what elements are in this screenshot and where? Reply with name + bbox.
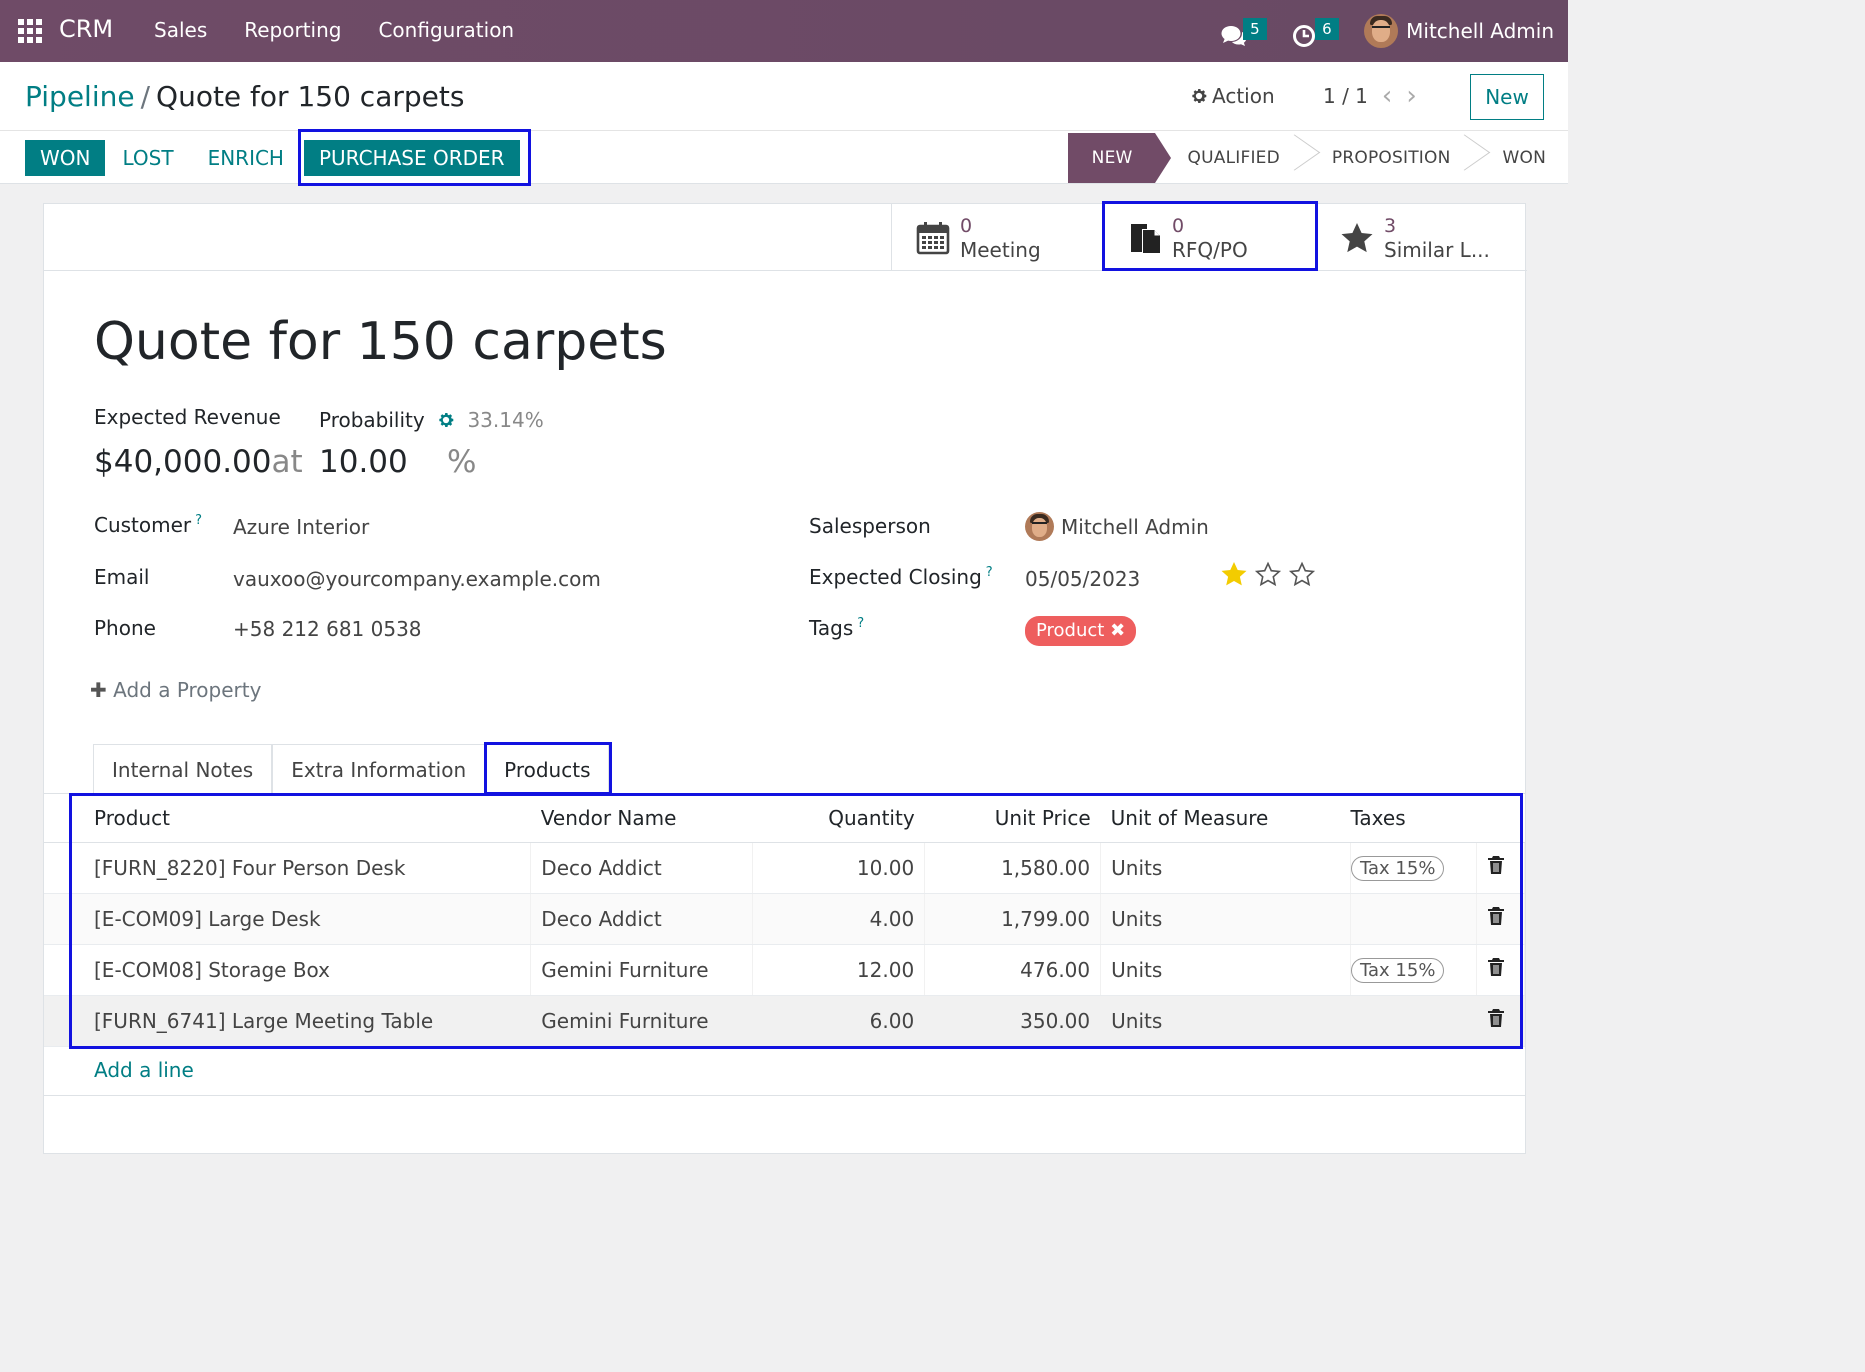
expected-closing-field[interactable]: 05/05/2023 (1025, 567, 1140, 591)
customer-label-text: Customer (94, 513, 192, 537)
salesperson-avatar (1025, 512, 1054, 541)
similar-leads-smart-button[interactable]: 3 Similar L... (1315, 204, 1527, 271)
customer-label: Customer? (94, 513, 202, 537)
menu-sales[interactable]: Sales (154, 18, 207, 42)
enrich-button[interactable]: ENRICH (191, 140, 304, 176)
star-empty-icon[interactable] (1254, 560, 1282, 588)
breadcrumb-pipeline[interactable]: Pipeline (25, 80, 135, 113)
probability-label: Probability 33.14% (319, 408, 544, 432)
tags-label: Tags? (809, 616, 864, 640)
highlight-products-table (69, 793, 1523, 1049)
highlight-products-tab (484, 742, 612, 795)
pager-next-icon[interactable]: › (1406, 83, 1416, 109)
highlight-rfq-po (1102, 201, 1318, 271)
table-bottom-divider (44, 1095, 1525, 1096)
phone-label: Phone (94, 616, 156, 640)
email-label: Email (94, 565, 150, 589)
messages-button[interactable]: 5 (1220, 16, 1267, 46)
button-box-spacer (44, 204, 891, 271)
meeting-smart-button[interactable]: 0 Meeting (891, 204, 1103, 271)
tab-internal-notes[interactable]: Internal Notes (93, 744, 273, 794)
percent-sign: % (447, 444, 477, 480)
tag-label: Product (1036, 620, 1105, 641)
tag-badge: Product ✖ (1025, 616, 1137, 646)
customer-field[interactable]: Azure Interior (233, 515, 369, 539)
expected-closing-label-text: Expected Closing (809, 565, 982, 589)
systray: 5 6 Mitchell Admin (1220, 10, 1554, 52)
activities-badge: 6 (1315, 18, 1339, 40)
gear-icon[interactable] (437, 411, 455, 429)
pager-prev-icon[interactable]: ‹ (1382, 83, 1392, 109)
menu-configuration[interactable]: Configuration (378, 18, 514, 42)
meeting-count: 0 (960, 214, 973, 237)
phone-field[interactable]: +58 212 681 0538 (233, 617, 422, 641)
star-icon (1341, 222, 1373, 252)
add-line-button[interactable]: Add a line (94, 1058, 194, 1082)
control-panel: Pipeline / Quote for 150 carpets Action 1 … (0, 62, 1568, 186)
app-brand[interactable]: CRM (59, 15, 113, 43)
stage-won[interactable]: WON (1472, 133, 1568, 183)
new-button[interactable]: New (1470, 74, 1544, 120)
pager-value[interactable]: 1 / 1 (1323, 84, 1368, 108)
help-mark[interactable]: ? (195, 513, 202, 528)
expected-closing-label: Expected Closing? (809, 565, 993, 589)
activities-button[interactable]: 6 (1292, 16, 1339, 47)
messages-badge: 5 (1243, 18, 1267, 40)
star-empty-icon[interactable] (1288, 560, 1316, 588)
menu-reporting[interactable]: Reporting (244, 18, 341, 42)
stage-proposition[interactable]: PROPOSITION (1302, 133, 1473, 183)
add-property-label: Add a Property (113, 678, 262, 702)
meeting-label: Meeting (960, 237, 1041, 262)
stage-qualified[interactable]: QUALIFIED (1155, 133, 1302, 183)
help-mark[interactable]: ? (986, 565, 993, 580)
add-property-button[interactable]: ✚ Add a Property (90, 678, 261, 702)
action-label: Action (1212, 84, 1275, 108)
tag-remove-icon[interactable]: ✖ (1110, 620, 1125, 641)
at-label: at (271, 444, 303, 480)
lost-button[interactable]: LOST (105, 140, 190, 176)
email-field[interactable]: vauxoo@yourcompany.example.com (233, 567, 601, 591)
plus-icon: ✚ (90, 678, 107, 702)
highlight-purchase-order (298, 129, 531, 186)
stage-statusbar: NEW QUALIFIED PROPOSITION WON (1067, 133, 1568, 183)
tab-extra-information[interactable]: Extra Information (272, 744, 486, 794)
user-menu[interactable]: Mitchell Admin (1406, 19, 1554, 43)
pager: 1 / 1 ‹ › (1323, 83, 1417, 109)
probability-input[interactable]: 10.00 (319, 444, 408, 480)
expected-revenue-amount[interactable]: $40,000.00 (94, 444, 272, 480)
main-menu: Sales Reporting Configuration (154, 18, 514, 42)
control-divider (0, 130, 1568, 131)
won-button[interactable]: WON (25, 140, 106, 176)
priority-stars (1220, 560, 1316, 588)
star-filled-icon[interactable] (1220, 560, 1248, 588)
gear-icon (1192, 88, 1207, 104)
similar-leads-label: Similar L... (1384, 237, 1490, 262)
user-avatar[interactable] (1364, 14, 1399, 48)
tags-label-text: Tags (809, 616, 854, 640)
similar-leads-count: 3 (1384, 214, 1397, 237)
top-navbar: CRM Sales Reporting Configuration 5 6 Mi… (0, 0, 1568, 62)
breadcrumb-separator: / (140, 80, 151, 113)
salesperson-name: Mitchell Admin (1061, 514, 1209, 539)
apps-menu-icon[interactable] (18, 19, 42, 43)
help-mark[interactable]: ? (857, 616, 864, 631)
probability-label-text: Probability (319, 408, 425, 432)
action-menu-button[interactable]: Action (1190, 84, 1275, 108)
calendar-icon (916, 221, 950, 254)
breadcrumb-current: Quote for 150 carpets (156, 80, 465, 113)
auto-probability: 33.14% (467, 408, 544, 432)
salesperson-label: Salesperson (809, 514, 931, 538)
opportunity-title[interactable]: Quote for 150 carpets (94, 312, 667, 372)
expected-revenue-label: Expected Revenue (94, 405, 281, 429)
form-sheet: 0 Meeting 0 RFQ/PO 3 Similar L... Quote for… (43, 201, 1527, 1154)
stage-new[interactable]: NEW (1067, 133, 1171, 183)
salesperson-field[interactable]: Mitchell Admin (1025, 512, 1209, 541)
expected-revenue-value[interactable]: $40,000.00at (94, 444, 303, 480)
breadcrumb: Pipeline / Quote for 150 carpets (25, 80, 464, 113)
